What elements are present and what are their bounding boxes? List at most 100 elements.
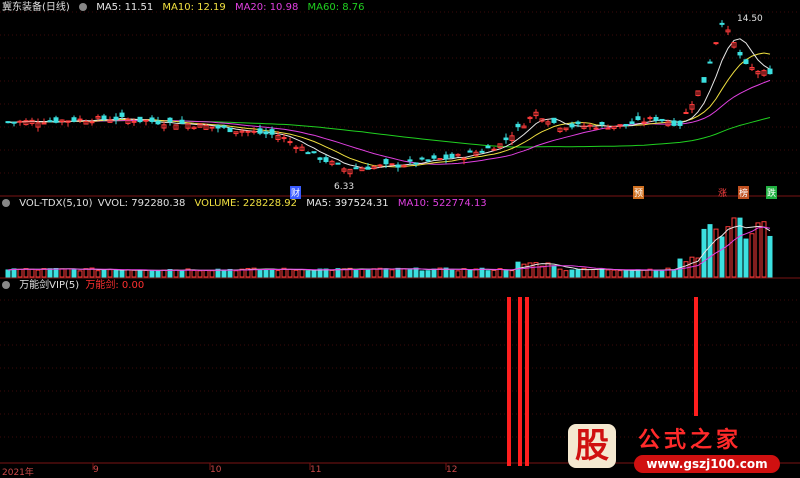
candle-body (251, 130, 257, 133)
volume-bar (389, 269, 395, 278)
volume-bar (95, 270, 101, 278)
x-tick: 11 (310, 465, 322, 475)
volume-bar (425, 270, 431, 278)
volume-bar (671, 269, 677, 278)
volume-bar (359, 268, 365, 278)
candle-body (623, 123, 629, 126)
volume-bar (233, 270, 239, 278)
volume-bar (137, 269, 143, 278)
vol-title[interactable]: VOL-TDX(5,10) (19, 198, 92, 209)
volume-bar (653, 270, 659, 278)
volume-bar (563, 270, 569, 278)
watermark-logo: 股 公式之家 www.gszj100.com (560, 422, 790, 477)
volume-label: VOLUME: 228228.92 (194, 198, 298, 209)
volume-ma-series (7, 225, 771, 271)
volume-bar (749, 233, 755, 278)
volume-bar (413, 267, 419, 278)
settings-dot-icon[interactable] (2, 281, 10, 289)
candle-body (377, 164, 383, 167)
volume-panel-header: VOL-TDX(5,10) VVOL: 792280.38 VOLUME: 22… (2, 197, 493, 211)
volume-bar (641, 269, 647, 278)
volume-bar (5, 269, 11, 278)
volume-bar (449, 269, 455, 278)
signal-bar (518, 297, 522, 466)
candle-body (605, 127, 611, 130)
ma60-label: MA60: 8.76 (307, 2, 365, 13)
candle-body (659, 118, 665, 122)
marker-list[interactable]: 榜 (738, 186, 750, 199)
volume-bar (527, 262, 533, 278)
indicator-title[interactable]: 万能剑VIP(5) (19, 280, 79, 291)
marker-fall[interactable]: 跌 (766, 186, 778, 199)
candle-body (479, 150, 485, 153)
high-price-label: 14.50 (737, 14, 763, 24)
volume-bar (353, 269, 359, 278)
volume-bar (299, 269, 305, 278)
candle-body (653, 116, 659, 121)
candle-body (701, 77, 707, 83)
candle-body (593, 127, 599, 130)
ma5-label: MA5: 11.51 (96, 2, 154, 13)
candle-body (245, 130, 251, 133)
volume-bar (83, 268, 89, 278)
settings-dot-icon[interactable] (2, 199, 10, 207)
volume-bar (293, 269, 299, 278)
stock-title[interactable]: 冀东装备(日线) (2, 2, 70, 13)
volume-bar (257, 269, 263, 278)
candle-body (305, 152, 311, 155)
volume-bar (743, 238, 749, 278)
candle-body (353, 167, 359, 170)
volume-bar (491, 269, 497, 278)
volume-bar (629, 269, 635, 278)
price-panel-header: 冀东装备(日线) MA5: 11.51 MA10: 12.19 MA20: 10… (2, 1, 371, 15)
candle-body (167, 117, 173, 123)
volume-bar (23, 268, 29, 278)
volume-bar (71, 268, 77, 278)
signal-bar (525, 297, 529, 466)
candle-body (683, 112, 689, 115)
volume-bar (407, 268, 413, 278)
low-price-label: 6.33 (334, 182, 355, 192)
volume-bar (611, 269, 617, 278)
volume-bar (197, 270, 203, 278)
candle-body (215, 125, 221, 129)
candle-body (419, 157, 425, 160)
volume-bar (521, 263, 527, 278)
marker-forecast[interactable]: 预 (633, 186, 645, 199)
candle-body (323, 157, 329, 162)
volume-bar (119, 270, 125, 278)
candle-body (629, 121, 635, 125)
volume-bars (5, 217, 773, 278)
candle-body (47, 120, 53, 123)
candle-body (11, 121, 17, 124)
candle-body (575, 121, 581, 125)
volume-bar (569, 269, 575, 278)
candle-body (485, 145, 491, 149)
x-tick: 2021年 (2, 468, 34, 478)
volume-bar (707, 224, 713, 278)
candle-body (269, 129, 275, 135)
volume-bar (275, 270, 281, 278)
x-tick: 12 (446, 465, 458, 475)
volume-bar (485, 270, 491, 278)
candle-body (743, 59, 749, 65)
volume-bar (155, 269, 161, 278)
volume-bar (59, 268, 65, 278)
candle-body (179, 119, 185, 124)
volume-bar (455, 270, 461, 278)
volume-bar (65, 268, 71, 278)
marker-rise[interactable]: 涨 (717, 186, 728, 199)
volume-bar (203, 270, 209, 278)
candle-body (257, 128, 263, 134)
candlestick-series (5, 20, 773, 178)
candle-body (263, 131, 269, 135)
x-tick: 10 (210, 465, 222, 475)
stock-chart[interactable] (0, 0, 800, 478)
volume-bar (179, 270, 185, 278)
panel-grid (0, 11, 800, 470)
candle-body (425, 159, 431, 162)
volume-bar (539, 265, 545, 278)
candle-body (119, 112, 125, 117)
chart-window: 冀东装备(日线) MA5: 11.51 MA10: 12.19 MA20: 10… (0, 0, 800, 478)
settings-dot-icon[interactable] (79, 3, 87, 11)
